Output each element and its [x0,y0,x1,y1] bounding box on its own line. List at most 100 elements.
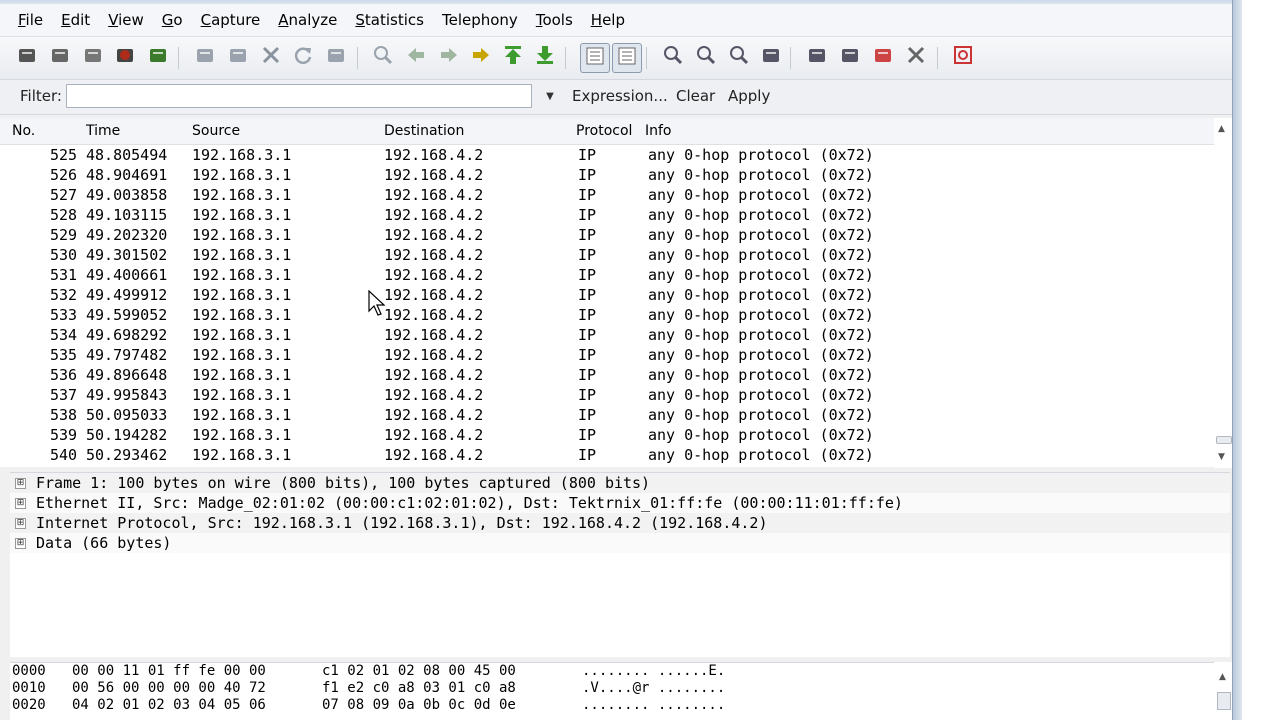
packet-list-scrollbar[interactable]: ▲ ▼ [1214,118,1232,468]
detail-tree-item[interactable]: ⊞ Internet Protocol, Src: 192.168.3.1 (19… [10,513,1230,533]
packet-row[interactable]: 531 49.400661 192.168.3.1 192.168.4.2 IP any … [0,265,1214,285]
packet-cell-src: 192.168.3.1 [192,226,292,244]
menu-telephony[interactable]: Telephony [433,4,527,36]
hex-dump-row: 0020 04 02 01 02 03 04 05 06 07 08 09 0a 0… [10,697,1214,714]
packet-cell-src: 192.168.3.1 [192,306,292,324]
menu-label: ile [25,11,44,29]
help-button[interactable] [950,44,976,70]
scrollbar-thumb[interactable] [1216,436,1232,444]
column-header-no[interactable]: No. [12,118,35,144]
menu-accelerator: C [200,11,212,29]
go-to-packet-button[interactable] [468,44,494,70]
go-back-button[interactable] [403,44,429,70]
packet-cell-dst: 192.168.4.2 [384,246,484,264]
filter-dropdown-icon[interactable]: ▼ [542,88,558,104]
packet-cell-dst: 192.168.4.2 [384,346,484,364]
menu-go[interactable]: Go [153,4,192,36]
expand-icon[interactable]: ⊞ [15,478,26,489]
menu-analyze[interactable]: Analyze [269,4,346,36]
packet-row[interactable]: 530 49.301502 192.168.3.1 192.168.4.2 IP any … [0,245,1214,265]
hex-offset: 0010 [12,680,46,696]
stop-capture-button[interactable] [112,44,138,70]
packet-cell-time: 49.003858 [86,186,168,204]
menu-edit[interactable]: Edit [52,4,99,36]
column-header-info[interactable]: Info [645,118,672,144]
packet-row[interactable]: 527 49.003858 192.168.3.1 192.168.4.2 IP any … [0,185,1214,205]
column-header-time[interactable]: Time [86,118,120,144]
packet-row[interactable]: 537 49.995843 192.168.3.1 192.168.4.2 IP any … [0,385,1214,405]
apply-button[interactable]: Apply [728,80,770,112]
packet-row[interactable]: 526 48.904691 192.168.3.1 192.168.4.2 IP any … [0,165,1214,185]
menu-tools[interactable]: Tools [527,4,582,36]
toolbar-separator [646,47,647,69]
column-header-destination[interactable]: Destination [384,118,464,144]
packet-row[interactable]: 532 49.499912 192.168.3.1 192.168.4.2 IP any … [0,285,1214,305]
packet-row[interactable]: 533 49.599052 192.168.3.1 192.168.4.2 IP any … [0,305,1214,325]
packet-row[interactable]: 540 50.293462 192.168.3.1 192.168.4.2 IP any … [0,445,1214,465]
packet-row[interactable]: 534 49.698292 192.168.3.1 192.168.4.2 IP any … [0,325,1214,345]
interface-list-button[interactable] [14,44,40,70]
packet-row[interactable]: 536 49.896648 192.168.3.1 192.168.4.2 IP any … [0,365,1214,385]
resize-columns-button[interactable] [758,44,784,70]
find-packet-button[interactable] [370,44,396,70]
colorize-button[interactable] [580,43,610,73]
go-first-button[interactable] [500,44,526,70]
menu-file[interactable]: File [0,4,52,36]
go-forward-icon [438,44,460,70]
expand-icon[interactable]: ⊞ [15,518,26,529]
packet-row[interactable]: 538 50.095033 192.168.3.1 192.168.4.2 IP any … [0,405,1214,425]
hex-hex2: f1 e2 c0 a8 03 01 c0 a8 [322,680,516,696]
detail-tree-item[interactable]: ⊞ Ethernet II, Src: Madge_02:01:02 (00:00… [10,493,1230,513]
packet-row[interactable]: 528 49.103115 192.168.3.1 192.168.4.2 IP any … [0,205,1214,225]
packet-cell-no: 530 [50,246,78,264]
toolbar-separator [357,47,358,69]
capture-options-button[interactable] [47,44,73,70]
auto-scroll-button[interactable] [612,43,642,73]
zoom-out-button[interactable] [693,44,719,70]
reload-button[interactable] [290,44,316,70]
display-filters-button[interactable] [837,44,863,70]
packet-cell-time: 49.599052 [86,306,168,324]
restart-capture-button[interactable] [145,44,171,70]
bytes-scrollbar[interactable]: ▲ [1214,662,1232,720]
open-file-button[interactable] [192,44,218,70]
bytes-scroll-up-icon[interactable]: ▲ [1219,672,1226,682]
column-header-source[interactable]: Source [192,118,240,144]
packet-row[interactable]: 539 50.194282 192.168.3.1 192.168.4.2 IP any … [0,425,1214,445]
reload-icon [292,44,314,70]
expand-icon[interactable]: ⊞ [15,498,26,509]
clear-button[interactable]: Clear [676,80,715,112]
scroll-down-icon[interactable]: ▼ [1218,452,1225,462]
menu-view[interactable]: View [99,4,153,36]
print-button[interactable] [323,44,349,70]
packet-cell-proto: IP [578,326,597,344]
filter-input[interactable] [66,84,532,108]
scroll-up-icon[interactable]: ▲ [1218,124,1225,134]
detail-tree-item[interactable]: ⊞ Data (66 bytes) [10,533,1230,553]
interface-list-icon [16,44,38,70]
bytes-scrollbar-thumb[interactable] [1217,692,1231,710]
go-last-button[interactable] [532,44,558,70]
packet-row[interactable]: 529 49.202320 192.168.3.1 192.168.4.2 IP any … [0,225,1214,245]
packet-cell-info: any 0-hop protocol (0x72) [648,366,874,384]
colorize-icon [584,45,606,71]
save-file-button[interactable] [225,44,251,70]
packet-row[interactable]: 525 48.805494 192.168.3.1 192.168.4.2 IP any … [0,145,1214,165]
zoom-in-button[interactable] [660,44,686,70]
expression-button[interactable]: Expression... [572,80,668,112]
detail-tree-item[interactable]: ⊞ Frame 1: 100 bytes on wire (800 bits), … [10,473,1230,493]
menu-statistics[interactable]: Statistics [346,4,433,36]
start-capture-button[interactable] [80,44,106,70]
close-file-button[interactable] [258,44,284,70]
packet-row[interactable]: 535 49.797482 192.168.3.1 192.168.4.2 IP any … [0,345,1214,365]
zoom-normal-button[interactable] [726,44,752,70]
expand-icon[interactable]: ⊞ [15,538,26,549]
menu-help[interactable]: Help [582,4,634,36]
go-forward-button[interactable] [436,44,462,70]
coloring-rules-button[interactable] [870,44,896,70]
capture-filters-button[interactable] [804,44,830,70]
preferences-button[interactable] [903,44,929,70]
packet-cell-time: 49.499912 [86,286,168,304]
column-header-protocol[interactable]: Protocol [576,118,632,144]
menu-capture[interactable]: Capture [192,4,270,36]
